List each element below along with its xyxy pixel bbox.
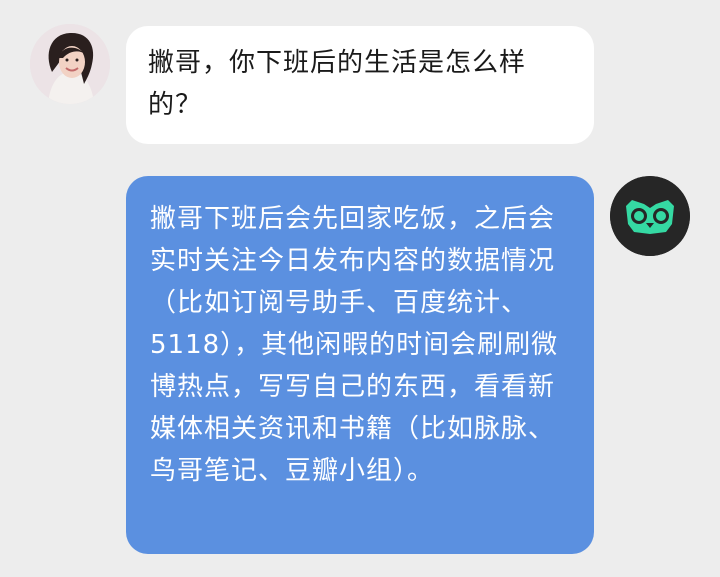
outgoing-message-text: 撇哥下班后会先回家吃饭，之后会实时关注今日发布内容的数据情况（比如订阅号助手、百…	[150, 204, 559, 486]
incoming-message-bubble[interactable]: 撇哥，你下班后的生活是怎么样的？	[126, 26, 594, 144]
outgoing-message-bubble[interactable]: 撇哥下班后会先回家吃饭，之后会实时关注今日发布内容的数据情况（比如订阅号助手、百…	[126, 176, 594, 554]
user-avatar[interactable]	[30, 24, 110, 104]
incoming-message-text: 撇哥，你下班后的生活是怎么样的？	[148, 48, 527, 120]
woman-portrait-avatar-icon	[30, 24, 110, 104]
owl-logo-avatar-icon	[610, 176, 690, 256]
self-avatar[interactable]	[610, 176, 690, 256]
